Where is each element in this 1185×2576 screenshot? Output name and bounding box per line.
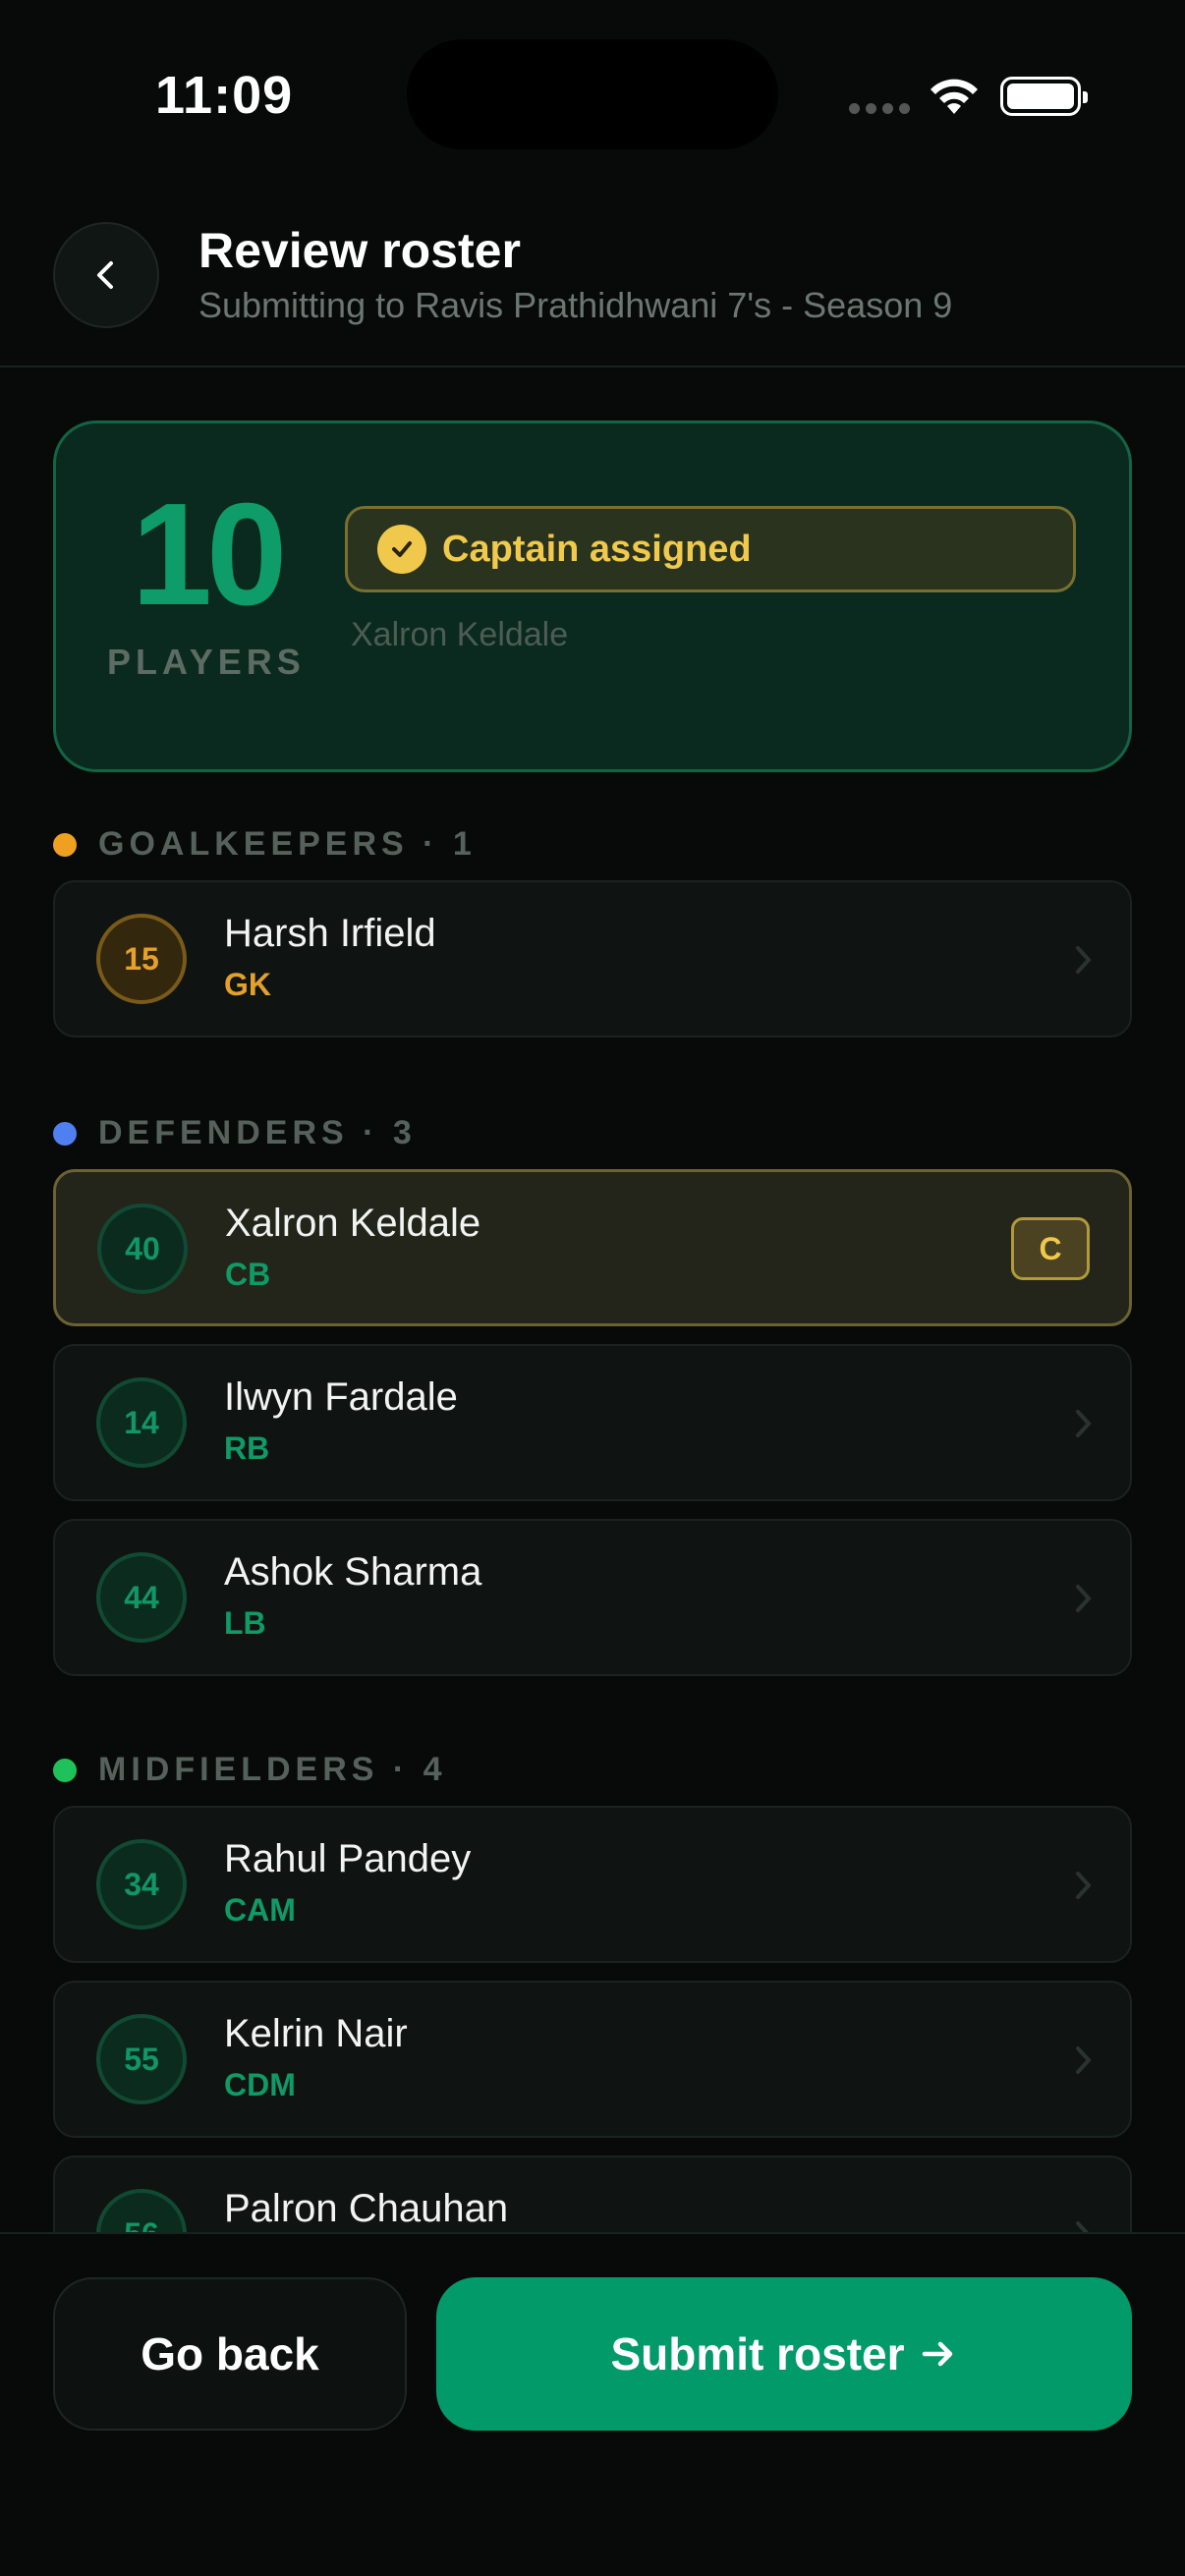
player-name: Harsh Irfield — [224, 912, 436, 955]
player-row-captain[interactable]: 40 Xalron Keldale CB C — [53, 1169, 1132, 1326]
section-header-midfielders: MIDFIELDERS · 4 — [53, 1751, 447, 1789]
jersey-number: 55 — [96, 2014, 187, 2104]
chevron-right-icon — [1076, 1585, 1092, 1612]
player-row[interactable]: 34 Rahul Pandey CAM — [53, 1806, 1132, 1963]
bottom-action-bar: Go back Submit roster — [0, 2232, 1185, 2576]
player-position: CDM — [224, 2067, 296, 2102]
chevron-right-icon — [1076, 1872, 1092, 1899]
section-label: DEFENDERS · 3 — [98, 1114, 417, 1151]
back-button[interactable] — [53, 222, 159, 328]
player-row[interactable]: 44 Ashok Sharma LB — [53, 1519, 1132, 1676]
wifi-icon — [931, 79, 978, 114]
chevron-right-icon — [1076, 2046, 1092, 2074]
defenders-dot — [53, 1121, 77, 1146]
page-title: Review roster — [198, 223, 521, 278]
roster-summary-card: 10 PLAYERS Captain assigned Xalron Kelda… — [53, 420, 1132, 772]
battery-icon — [1000, 77, 1088, 116]
goalkeepers-dot — [53, 832, 77, 857]
header: Review roster Submitting to Ravis Prathi… — [0, 187, 1185, 367]
player-name: Palron Chauhan — [224, 2187, 509, 2230]
section-label: GOALKEEPERS · 1 — [98, 825, 477, 863]
chevron-right-icon — [1076, 946, 1092, 974]
chevron-left-icon — [97, 261, 113, 289]
player-row[interactable]: 14 Ilwyn Fardale RB — [53, 1344, 1132, 1501]
section-label: MIDFIELDERS · 4 — [98, 1751, 447, 1788]
captain-status-badge: Captain assigned — [345, 506, 1076, 592]
player-row[interactable]: 15 Harsh Irfield GK — [53, 880, 1132, 1037]
captain-status-text: Captain assigned — [442, 528, 752, 570]
player-position: RB — [224, 1430, 270, 1466]
player-name: Xalron Keldale — [225, 1202, 481, 1245]
player-name: Ashok Sharma — [224, 1550, 482, 1594]
player-name: Kelrin Nair — [224, 2012, 408, 2055]
jersey-number: 40 — [97, 1204, 188, 1294]
go-back-button[interactable]: Go back — [53, 2277, 407, 2431]
submit-roster-button[interactable]: Submit roster — [436, 2277, 1132, 2431]
check-icon — [377, 525, 426, 574]
cellular-signal-icon — [849, 103, 910, 114]
player-row[interactable]: 55 Kelrin Nair CDM — [53, 1981, 1132, 2138]
jersey-number: 15 — [96, 914, 187, 1004]
player-position: CB — [225, 1257, 271, 1292]
section-header-goalkeepers: GOALKEEPERS · 1 — [53, 825, 477, 864]
dynamic-island — [407, 39, 778, 149]
player-count-label: PLAYERS — [107, 642, 306, 682]
player-count: 10 — [131, 474, 288, 636]
status-bar: 11:09 — [0, 0, 1185, 187]
jersey-number: 14 — [96, 1377, 187, 1468]
player-position: CAM — [224, 1892, 296, 1928]
status-time: 11:09 — [155, 66, 294, 125]
section-header-defenders: DEFENDERS · 3 — [53, 1114, 417, 1152]
player-name: Ilwyn Fardale — [224, 1375, 458, 1419]
jersey-number: 44 — [96, 1552, 187, 1643]
captain-name: Xalron Keldale — [351, 616, 569, 653]
page-subtitle: Submitting to Ravis Prathidhwani 7's - S… — [198, 285, 953, 325]
player-position: GK — [224, 967, 271, 1002]
player-name: Rahul Pandey — [224, 1837, 472, 1880]
player-position: LB — [224, 1605, 266, 1641]
midfielders-dot — [53, 1758, 77, 1782]
jersey-number: 34 — [96, 1839, 187, 1930]
arrow-right-icon — [922, 2341, 952, 2367]
submit-roster-label: Submit roster — [610, 2328, 905, 2380]
chevron-right-icon — [1076, 1410, 1092, 1437]
captain-badge: C — [1011, 1217, 1090, 1280]
